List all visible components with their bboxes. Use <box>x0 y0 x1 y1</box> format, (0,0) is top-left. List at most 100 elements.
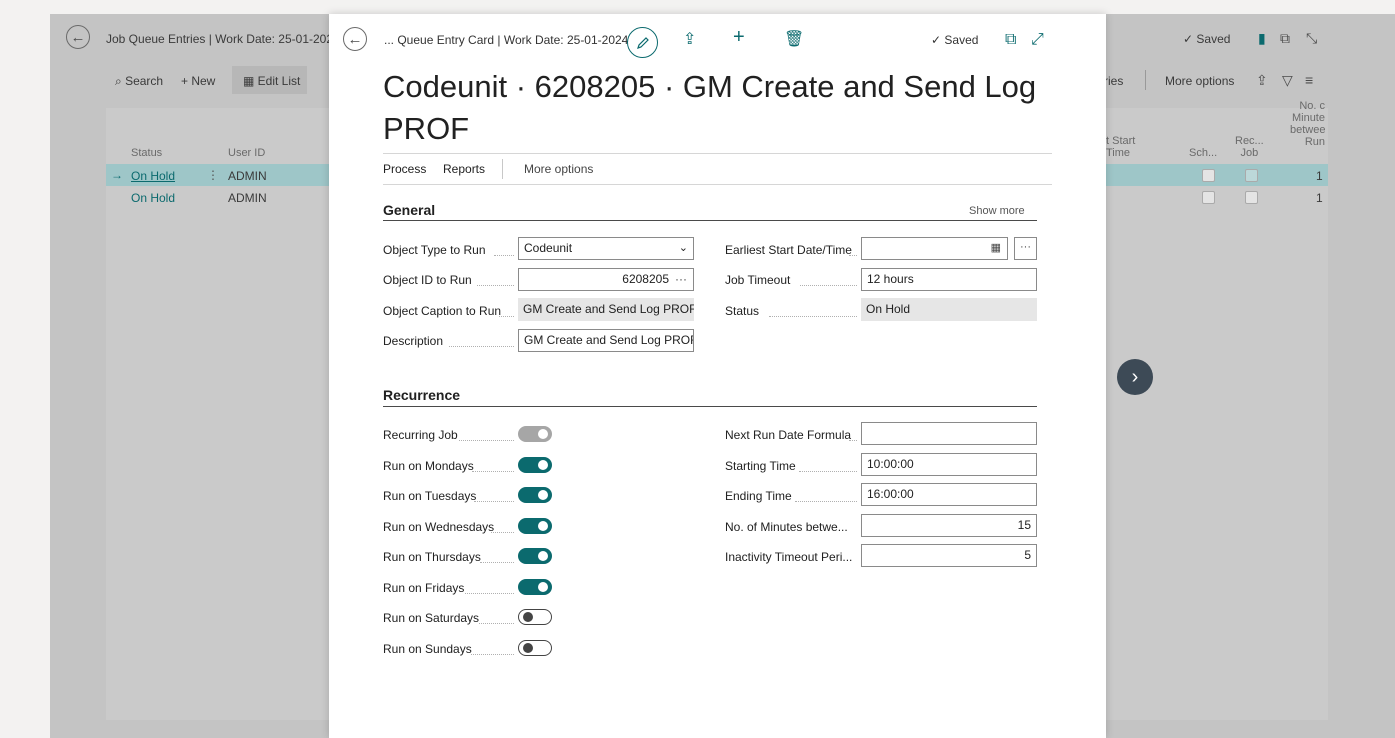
dot-leader <box>480 561 514 563</box>
process-menu[interactable]: Process <box>383 162 426 176</box>
card-back-arrow-icon[interactable]: ← <box>343 27 367 51</box>
row-1-status[interactable]: On Hold <box>131 169 175 183</box>
earliest-start-label: Earliest Start Date/Time <box>725 243 852 257</box>
open-new-window-icon[interactable]: ⧉ <box>1280 30 1290 47</box>
row-1-menu-icon[interactable]: ⋮ <box>207 168 219 182</box>
job-timeout-field[interactable]: 12 hours <box>861 268 1037 291</box>
row-1-user[interactable]: ADMIN <box>228 169 267 183</box>
dot-leader <box>849 439 857 441</box>
list-view-icon[interactable]: ≡ <box>1305 72 1313 88</box>
list-saved-status: ✓ Saved <box>1183 32 1231 46</box>
object-type-select[interactable]: Codeunit ⌄ <box>518 237 694 260</box>
edit-list-button[interactable]: ▦ Edit List <box>243 74 300 88</box>
next-run-formula-field[interactable] <box>861 422 1037 445</box>
edit-pencil-button[interactable] <box>627 27 658 58</box>
earliest-start-field[interactable]: ▦ <box>861 237 1008 260</box>
filter-icon[interactable]: ▽ <box>1282 72 1293 89</box>
row-2-recurring-checkbox[interactable] <box>1245 191 1258 204</box>
starting-time-field[interactable]: 10:00:00 <box>861 453 1037 476</box>
open-new-window-icon[interactable]: ⧉ <box>1005 32 1016 48</box>
more-options-button[interactable]: More options <box>1165 74 1234 88</box>
dot-leader <box>499 315 514 317</box>
next-record-button[interactable]: › <box>1117 359 1153 395</box>
pencil-icon <box>636 36 649 49</box>
row-2-user[interactable]: ADMIN <box>228 191 267 205</box>
page-title: Codeunit · 6208205 · GM Create and Send … <box>383 69 1037 146</box>
toolbar-divider <box>1145 70 1146 90</box>
description-field[interactable]: GM Create and Send Log PROF <box>518 329 694 352</box>
column-header-minutes[interactable]: No. c Minute betwee Run <box>1290 100 1325 148</box>
dot-leader <box>474 500 514 502</box>
new-plus-icon[interactable]: + <box>733 27 745 47</box>
column-header-status[interactable]: Status <box>131 147 162 159</box>
share-icon[interactable]: ⇪ <box>1256 72 1268 89</box>
new-button[interactable]: + New <box>181 74 215 88</box>
status-field: On Hold <box>861 298 1037 321</box>
sundays-toggle[interactable] <box>518 640 552 656</box>
mondays-label: Run on Mondays <box>383 459 474 473</box>
row-1-minutes: 1 <box>1316 169 1323 183</box>
tuesdays-toggle[interactable] <box>518 487 552 503</box>
status-label: Status <box>725 304 760 318</box>
chevron-down-icon: ⌄ <box>678 242 688 254</box>
action-bar-divider <box>383 184 1052 185</box>
show-more-link[interactable]: Show more <box>969 205 1025 217</box>
dot-leader <box>769 315 857 317</box>
thursdays-toggle[interactable] <box>518 548 552 564</box>
inactivity-timeout-field[interactable]: 5 <box>861 544 1037 567</box>
card-saved-status: ✓ Saved <box>931 33 979 47</box>
general-section-heading[interactable]: General <box>383 202 435 218</box>
dot-leader <box>799 470 857 472</box>
recurring-job-label: Recurring Job <box>383 428 458 442</box>
minutes-between-field[interactable]: 15 <box>861 514 1037 537</box>
reports-menu[interactable]: Reports <box>443 162 485 176</box>
ending-time-field[interactable]: 16:00:00 <box>861 483 1037 506</box>
saturdays-label: Run on Saturdays <box>383 611 480 625</box>
column-header-recurring-job[interactable]: Rec... Job <box>1235 135 1264 159</box>
starting-time-label: Starting Time <box>725 459 796 473</box>
saturdays-toggle[interactable] <box>518 609 552 625</box>
dot-leader <box>449 345 514 347</box>
row-1-recurring-checkbox[interactable] <box>1245 169 1258 182</box>
bookmark-icon[interactable]: ▮ <box>1258 30 1266 47</box>
dot-leader <box>491 531 514 533</box>
dot-leader <box>795 500 857 502</box>
lookup-ellipsis-icon[interactable]: ··· <box>675 272 687 286</box>
minutes-between-label: No. of Minutes betwe... <box>725 520 848 534</box>
entries-menu-partial[interactable]: ries <box>1104 74 1123 88</box>
row-2-status[interactable]: On Hold <box>131 191 175 205</box>
card-breadcrumb: ... Queue Entry Card | Work Date: 25-01-… <box>384 33 629 47</box>
delete-trash-icon[interactable]: 🗑 <box>784 32 804 48</box>
row-1-scheduled-checkbox[interactable] <box>1202 169 1215 182</box>
search-button[interactable]: ⌕ Search <box>115 74 163 89</box>
inactivity-timeout-label: Inactivity Timeout Peri... <box>725 550 853 564</box>
column-header-user-id[interactable]: User ID <box>228 147 265 159</box>
expand-icon[interactable]: ⤢ <box>1031 32 1044 48</box>
earliest-start-ellipsis-button[interactable]: ··· <box>1014 237 1037 260</box>
calendar-icon[interactable]: ▦ <box>991 238 1001 259</box>
dot-leader <box>465 592 514 594</box>
collapse-icon[interactable]: ⤡ <box>1306 30 1317 47</box>
share-icon[interactable]: ⇪ <box>683 32 696 48</box>
more-options-menu[interactable]: More options <box>524 162 593 176</box>
back-arrow-icon[interactable]: ← <box>66 25 90 49</box>
thursdays-label: Run on Thursdays <box>383 550 481 564</box>
object-id-label: Object ID to Run <box>383 273 472 287</box>
mondays-toggle[interactable] <box>518 457 552 473</box>
fridays-toggle[interactable] <box>518 579 552 595</box>
dot-leader <box>800 284 857 286</box>
column-header-scheduled[interactable]: Sch... <box>1189 147 1217 159</box>
ending-time-label: Ending Time <box>725 489 792 503</box>
row-arrow-icon: → <box>111 168 123 182</box>
object-id-field[interactable]: 6208205 <box>518 268 694 291</box>
wednesdays-toggle[interactable] <box>518 518 552 534</box>
recurrence-section-heading[interactable]: Recurrence <box>383 387 460 403</box>
object-caption-label: Object Caption to Run <box>383 304 502 318</box>
dot-leader <box>494 254 514 256</box>
row-2-scheduled-checkbox[interactable] <box>1202 191 1215 204</box>
tuesdays-label: Run on Tuesdays <box>383 489 477 503</box>
column-header-start-time[interactable]: t Start Time <box>1106 135 1135 159</box>
title-divider <box>383 153 1052 154</box>
action-divider <box>502 159 503 179</box>
recurring-job-toggle[interactable] <box>518 426 552 442</box>
